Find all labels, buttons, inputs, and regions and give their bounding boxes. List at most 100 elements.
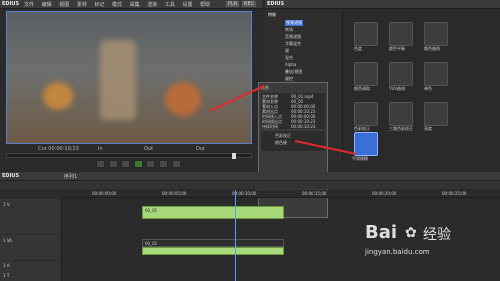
menu-item-settings[interactable]: 设置 (182, 2, 192, 8)
play-button[interactable] (133, 160, 143, 168)
ruler-label: 00:00:20;00 (372, 191, 397, 196)
clip-label: 00_01 (145, 208, 158, 213)
menu-item-help[interactable]: 帮助 (200, 2, 210, 8)
audio-clip[interactable] (142, 247, 284, 255)
tile-label: 色度 (354, 46, 362, 51)
tree-item-mix[interactable]: 混合 (285, 55, 293, 61)
menu-item-view[interactable]: 视图 (59, 2, 69, 8)
tree-item-video-filters[interactable]: 视频滤镜 (285, 20, 303, 26)
tree-item-audio-filters[interactable]: 音频滤镜 (285, 34, 301, 40)
tree-root[interactable]: 特效 (268, 12, 276, 18)
ruler-label: 00:00:05;00 (162, 191, 187, 196)
scrubber-handle[interactable] (232, 153, 236, 159)
menu-item-capture[interactable]: 采集 (130, 2, 140, 8)
sequence-tab[interactable]: 序列1 (64, 173, 77, 180)
prev-frame-button[interactable] (121, 160, 131, 168)
track-header[interactable]: 1 VA (0, 235, 62, 260)
timeline-ruler[interactable]: 00:00:00;00 00:00:05;00 00:00:10;00 00:0… (62, 190, 500, 198)
player-titlebar: EDIUS 文件 编辑 视图 素材 标记 模式 采集 渲染 工具 设置 帮助 P… (0, 0, 262, 9)
menu-item-edit[interactable]: 编辑 (42, 2, 52, 8)
tile-label: 平滑模糊 (352, 156, 368, 161)
video-preview[interactable] (6, 11, 252, 144)
dur-label: Dur (196, 146, 206, 152)
current-timecode: Cur 00:00:10;23 (38, 146, 79, 152)
preview-bottle (100, 40, 136, 120)
menu-item-clip[interactable]: 素材 (77, 2, 87, 8)
rewind-button[interactable] (108, 160, 118, 168)
info-key: 持续时间 (262, 124, 278, 129)
effects-titlebar: EDIUS (265, 0, 500, 9)
watermark: Bai ✿ 经验 jingyan.baidu.com (365, 222, 485, 272)
watermark-brand-cn: 经验 (423, 227, 451, 243)
video-clip[interactable]: 00_01 (142, 206, 284, 219)
tile-icon[interactable] (389, 102, 413, 126)
track-name: 1 V (3, 202, 10, 207)
loop-button[interactable] (171, 160, 181, 168)
timeline-toolbar (0, 181, 500, 189)
stop-button[interactable] (96, 160, 105, 168)
tile-label: 颜色调和 (354, 86, 370, 91)
menu-item-tools[interactable]: 工具 (165, 2, 175, 8)
timecode-bar: Cur 00:00:10;23 In Out Dur (6, 145, 252, 152)
effects-grid: 色度 颜色平衡 颜色曲线 颜色调和 YUV曲线 单色 色彩校正 三路色彩校正 亮… (344, 10, 500, 161)
tile-icon[interactable] (424, 62, 448, 86)
tree-item-title-mix[interactable]: 字幕混合 (285, 41, 301, 47)
track-name: 1 T (3, 273, 10, 278)
menu-item-render[interactable]: 渲染 (147, 2, 157, 8)
watermark-url: jingyan.baidu.com (365, 248, 430, 256)
tile-icon[interactable] (354, 22, 378, 46)
player-app-name: EDIUS (2, 1, 20, 7)
tile-icon[interactable] (424, 102, 448, 126)
timeline-title: EDIUS (2, 173, 20, 179)
out-label: Out (144, 146, 154, 152)
info-table: 文件名称 00_01.mp4 素材名称 00_01 素材入点 00:00:00;… (261, 93, 325, 129)
next-frame-button[interactable] (146, 160, 156, 168)
watermark-paw-icon: ✿ (405, 225, 417, 241)
tile-label: 颜色平衡 (389, 46, 405, 51)
tile-icon[interactable] (354, 62, 378, 86)
player-scrubber[interactable] (6, 153, 252, 159)
menu-item-mode[interactable]: 模式 (112, 2, 122, 8)
track-header[interactable]: 1 A (0, 261, 62, 271)
clip-label: 00_01 (145, 241, 158, 246)
tree-item-overlay[interactable]: 叠加/视图 (285, 69, 302, 75)
preview-fruit-right (165, 82, 201, 116)
tile-label: 颜色曲线 (424, 46, 440, 51)
playhead-line[interactable] (235, 190, 236, 281)
tile-label: 三路色彩校正 (389, 126, 413, 131)
applied-effects-list: 色彩校正 颜色键 (261, 131, 325, 151)
tree-item-transitions[interactable]: 转场 (285, 27, 293, 33)
tree-item-keyer[interactable]: 键 (285, 48, 289, 54)
track-name: 1 VA (3, 238, 13, 243)
applied-effect[interactable]: 色彩校正 (275, 133, 291, 139)
mode-badge[interactable]: PLR (226, 1, 240, 7)
tile-icon[interactable] (354, 102, 378, 126)
fast-forward-button[interactable] (158, 160, 168, 168)
audio-clip-top[interactable]: 00_01 (142, 239, 284, 247)
transport-controls (96, 160, 183, 168)
tile-icon[interactable] (389, 22, 413, 46)
tile-label: 单色 (424, 86, 432, 91)
in-label: In (98, 146, 103, 152)
tile-icon[interactable] (424, 22, 448, 46)
player-menu: 文件 编辑 视图 素材 标记 模式 采集 渲染 工具 设置 帮助 (24, 1, 216, 8)
preview-fruit-left (43, 82, 73, 110)
menu-item-file[interactable]: 文件 (24, 2, 34, 8)
ruler-label: 00:00:15;00 (302, 191, 327, 196)
tile-label: 亮度 (424, 126, 432, 131)
applied-effect[interactable]: 颜色键 (275, 140, 287, 146)
track-name: 1 A (3, 263, 10, 268)
tile-icon-selected[interactable] (354, 132, 378, 156)
tree-item-alpha[interactable]: Alpha (285, 62, 296, 67)
track-header[interactable]: 1 V (0, 199, 62, 234)
tile-icon[interactable] (389, 62, 413, 86)
track-header[interactable]: 1 T (0, 271, 62, 281)
rec-badge[interactable]: REC (242, 1, 257, 7)
ruler-label: 00:00:25;00 (442, 191, 467, 196)
menu-item-marker[interactable]: 标记 (94, 2, 104, 8)
tile-label: YUV曲线 (389, 86, 406, 91)
timeline-titlebar: EDIUS 序列1 (0, 172, 500, 181)
ruler-label: 00:00:00;00 (92, 191, 117, 196)
effects-title: EDIUS (267, 1, 285, 7)
info-value: 00:00:10;23 (291, 124, 316, 129)
